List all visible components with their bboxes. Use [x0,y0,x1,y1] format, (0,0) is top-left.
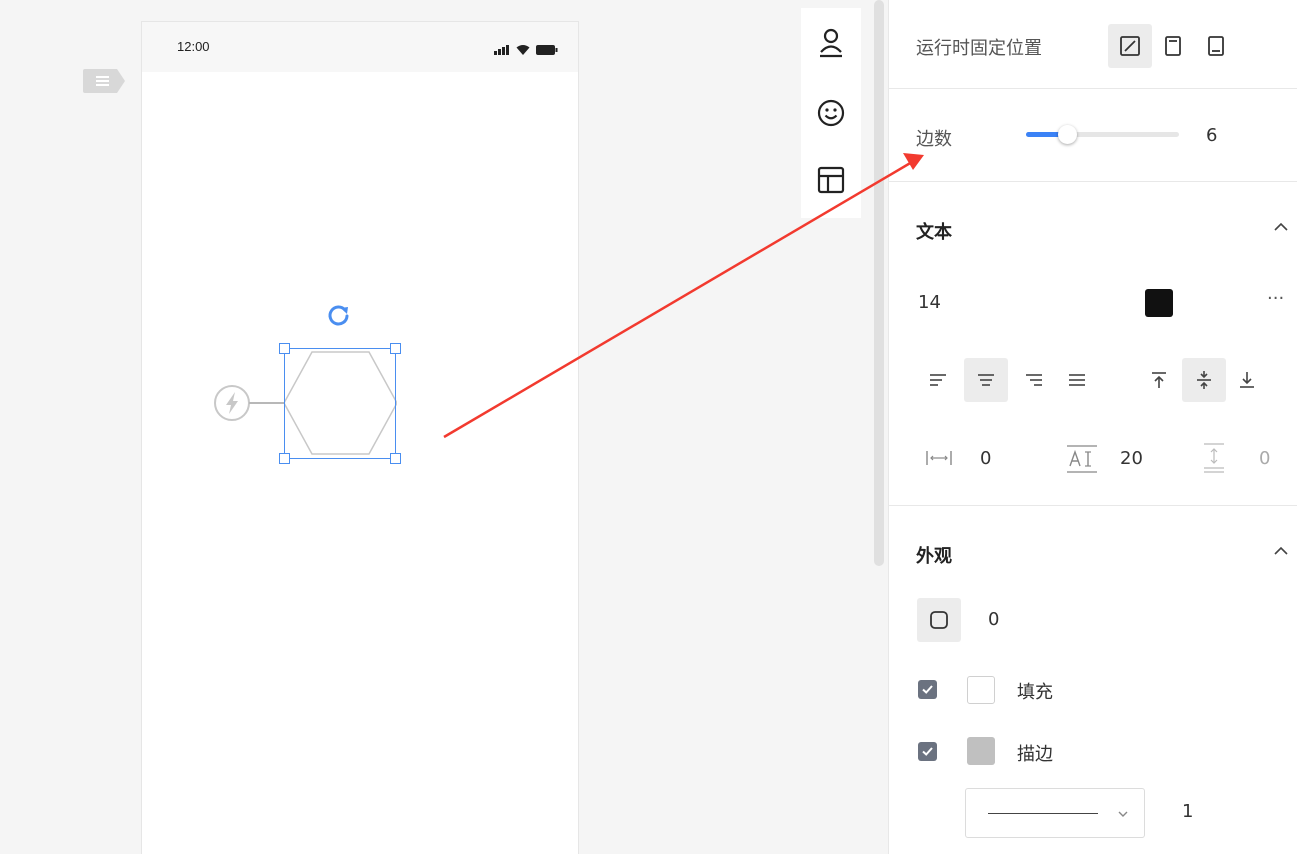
appearance-section-collapse-icon[interactable] [1272,542,1290,564]
appearance-section-title: 外观 [916,546,952,567]
align-center-icon [978,374,994,386]
rotate-icon[interactable] [324,300,354,334]
font-size-value[interactable]: 14 [918,292,941,313]
interaction-bolt-icon[interactable] [210,380,286,430]
valign-middle-button[interactable] [1182,358,1226,402]
divider [889,505,1297,506]
font-color-swatch[interactable] [1145,289,1173,317]
corner-radius-button[interactable] [917,598,961,642]
checkmark-icon [922,747,933,756]
text-section-title: 文本 [916,222,952,243]
solid-line-preview [988,813,1098,814]
resize-handle-top-right[interactable] [390,343,401,354]
align-justify-button[interactable] [1055,358,1099,402]
valign-bottom-button[interactable] [1225,358,1269,402]
resize-handle-bottom-left[interactable] [279,453,290,464]
divider [889,88,1297,89]
paragraph-spacing-icon [1199,442,1229,478]
fix-bottom-button[interactable] [1194,24,1238,68]
chevron-down-icon [1116,806,1130,825]
status-icons [494,40,558,59]
align-left-button[interactable] [916,358,960,402]
wifi-icon [516,40,530,59]
sides-slider[interactable] [1026,125,1179,144]
valign-top-button[interactable] [1137,358,1181,402]
resize-handle-bottom-right[interactable] [390,453,401,464]
resize-handle-top-left[interactable] [279,343,290,354]
stroke-label: 描边 [1017,744,1053,765]
emoji-icon[interactable] [814,96,848,130]
phone-artboard[interactable]: 12:00 [142,22,578,854]
align-justify-icon [1069,374,1085,386]
status-time: 12:00 [177,39,210,54]
more-options-button[interactable]: ··· [1267,288,1284,309]
no-fix-icon [1120,36,1140,56]
fill-checkbox[interactable] [918,680,937,699]
divider [889,181,1297,182]
fixed-position-label: 运行时固定位置 [916,38,1042,59]
user-icon[interactable] [814,26,848,60]
line-height-icon [1065,444,1099,478]
align-right-icon [1026,374,1042,386]
stroke-checkbox[interactable] [918,742,937,761]
stroke-color-swatch[interactable] [967,737,995,765]
corner-radius-icon [930,611,948,629]
selection-box[interactable] [279,343,401,464]
fix-bottom-icon [1208,36,1224,56]
property-panel: 运行时固定位置 边数 6 文本 14 ··· 0 20 0 外观 0 填充 描边… [888,0,1297,854]
status-bar: 12:00 [142,22,578,72]
fill-label: 填充 [1017,682,1053,703]
fix-top-button[interactable] [1151,24,1195,68]
side-toolbar [801,8,861,218]
battery-icon [536,40,558,59]
fill-color-swatch[interactable] [967,676,995,704]
slider-knob[interactable] [1057,125,1077,144]
signal-icon [494,40,510,59]
letter-spacing-icon [925,448,953,472]
valign-middle-icon [1197,371,1211,389]
page-tag-icon[interactable] [83,69,129,97]
stroke-style-select[interactable] [965,788,1145,838]
canvas-scrollbar[interactable] [874,0,884,566]
valign-top-icon [1152,372,1166,388]
valign-bottom-icon [1240,372,1254,388]
text-section-collapse-icon[interactable] [1272,218,1290,240]
align-left-icon [930,374,946,386]
sides-label: 边数 [916,129,952,150]
align-right-button[interactable] [1012,358,1056,402]
fix-top-icon [1165,36,1181,56]
sides-value: 6 [1206,125,1218,146]
layout-template-icon[interactable] [814,163,848,197]
stroke-width-value[interactable]: 1 [1182,801,1193,822]
no-fix-button[interactable] [1108,24,1152,68]
checkmark-icon [922,685,933,694]
paragraph-spacing-value[interactable]: 0 [1259,448,1270,469]
letter-spacing-value[interactable]: 0 [980,448,991,469]
corner-radius-value[interactable]: 0 [988,609,999,630]
line-height-value[interactable]: 20 [1120,448,1143,469]
align-center-button[interactable] [964,358,1008,402]
